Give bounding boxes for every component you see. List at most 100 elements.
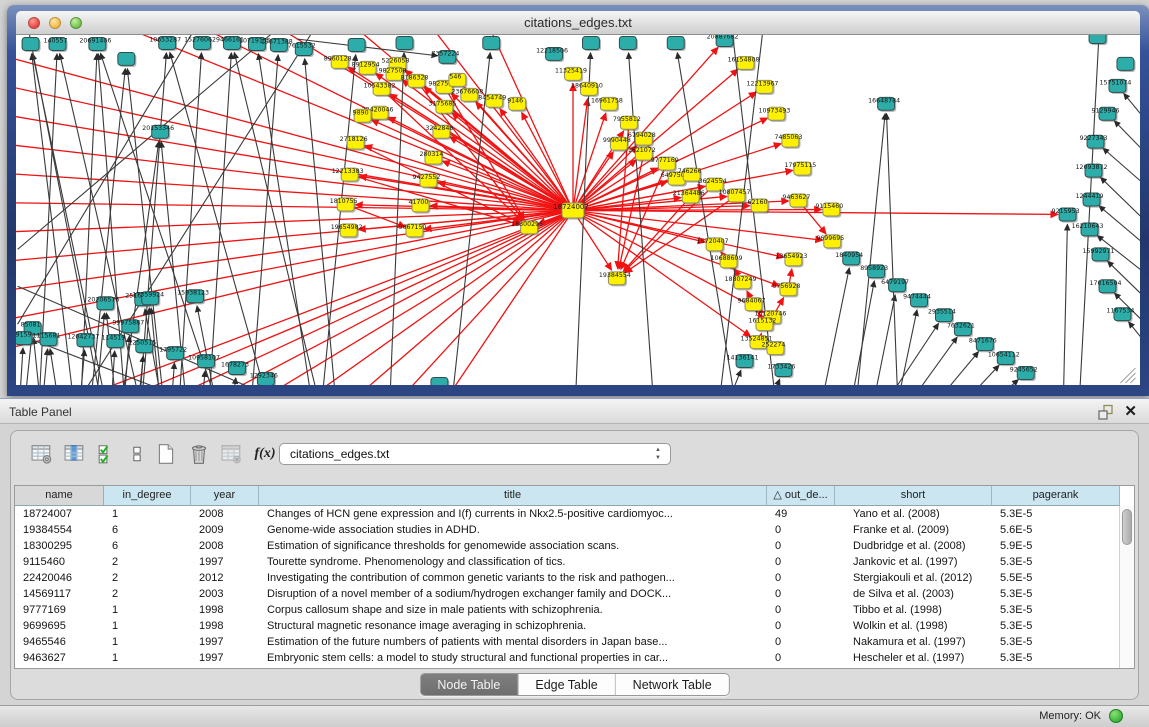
graph-node[interactable]: 16961758 (591, 97, 623, 112)
graph-node[interactable]: 1840954 (835, 252, 863, 267)
graph-node[interactable]: 20691406 (79, 37, 111, 52)
cell-in_degree[interactable]: 6 (104, 522, 191, 538)
citation-edge-red[interactable] (16, 203, 573, 211)
cell-year[interactable]: 1998 (191, 602, 259, 618)
graph-node[interactable]: 140557 (44, 37, 68, 52)
graph-node[interactable]: 10653287 (149, 36, 181, 51)
memory-status-indicator-icon[interactable] (1109, 709, 1123, 723)
citation-edge[interactable] (815, 268, 849, 385)
cell-pagerank[interactable]: 5.3E-5 (992, 650, 1120, 666)
graph-node[interactable]: 9990448 (603, 137, 631, 152)
graph-node[interactable]: 99975887 (112, 320, 144, 335)
citation-edge[interactable] (1078, 35, 1100, 385)
graph-node[interactable]: 1115681 (33, 333, 61, 348)
graph-node[interactable]: 21364486 (673, 190, 705, 205)
citation-edge[interactable] (199, 371, 205, 385)
graph-node[interactable]: 18640910 (571, 82, 603, 97)
graph-node[interactable]: 7632621 (947, 323, 975, 338)
cell-short[interactable]: Wolkin et al. (1998) (835, 618, 992, 634)
delete-table-icon-disabled[interactable] (219, 441, 245, 467)
graph-node[interactable]: 8912954 (352, 61, 380, 76)
graph-node[interactable]: 7955812 (613, 116, 641, 131)
cell-title[interactable]: Structural magnetic resonance image aver… (259, 618, 767, 634)
citation-edge[interactable] (207, 53, 231, 385)
cell-short[interactable]: Stergiakouli et al. (2012) (835, 570, 992, 586)
cell-pagerank[interactable]: 5.5E-5 (992, 570, 1120, 586)
cell-short[interactable]: Franke et al. (2009) (835, 522, 992, 538)
citation-edge[interactable] (234, 53, 326, 385)
graph-node[interactable]: 9474444 (903, 294, 931, 309)
delete-column-icon[interactable] (186, 441, 212, 467)
cell-year[interactable]: 1997 (191, 634, 259, 650)
citation-edge-red[interactable] (573, 47, 718, 210)
cell-name[interactable]: 9463627 (15, 650, 104, 666)
graph-node[interactable]: 12218506 (536, 47, 568, 62)
cell-pagerank[interactable]: 5.3E-5 (992, 554, 1120, 570)
graph-node[interactable] (1117, 57, 1136, 72)
cell-year[interactable]: 2009 (191, 522, 259, 538)
cell-short[interactable]: Hescheler et al. (1997) (835, 650, 992, 666)
cell-name[interactable]: 9115460 (15, 554, 104, 570)
cell-short[interactable]: de Silva et al. (2003) (835, 586, 992, 602)
cell-out_de[interactable]: 49 (767, 506, 835, 522)
graph-node[interactable]: 11325419 (555, 67, 587, 82)
cell-short[interactable]: Yano et al. (2008) (835, 506, 992, 522)
graph-node[interactable]: 20887682 (707, 35, 739, 48)
table-row[interactable]: 946362711997Embryonic stem cells: a mode… (15, 650, 1134, 666)
column-header-name[interactable]: name (15, 486, 104, 506)
cell-in_degree[interactable]: 1 (104, 506, 191, 522)
row-height-icon[interactable] (128, 441, 146, 467)
cell-in_degree[interactable]: 2 (104, 570, 191, 586)
graph-node[interactable]: 9129946 (1092, 107, 1120, 122)
citation-edge[interactable] (935, 365, 999, 385)
cell-title[interactable]: Corpus callosum shape and size in male p… (259, 602, 767, 618)
graph-node[interactable] (22, 37, 41, 52)
graph-node[interactable]: 16648784 (868, 97, 900, 112)
cell-name[interactable]: 22420046 (15, 570, 104, 586)
tab-edge-table[interactable]: Edge Table (517, 674, 614, 695)
cell-in_degree[interactable]: 1 (104, 618, 191, 634)
graph-node[interactable]: 10654112 (988, 352, 1020, 367)
cell-title[interactable]: Genome-wide association studies in ADHD. (259, 522, 767, 538)
graph-node[interactable]: 1244419 (1076, 193, 1104, 208)
citation-edge[interactable] (1115, 293, 1140, 352)
table-selector-dropdown[interactable]: citations_edges.txt ▲▼ (279, 443, 671, 465)
column-header-pagerank[interactable]: pagerank (992, 486, 1120, 506)
cell-out_de[interactable]: 0 (767, 538, 835, 554)
graph-node[interactable]: 7615532 (288, 42, 316, 57)
graph-node[interactable]: 12093872 (1076, 164, 1108, 179)
table-row[interactable]: 977716911998Corpus callosum shape and si… (15, 602, 1134, 618)
graph-node[interactable]: 16154808 (728, 56, 760, 71)
cell-title[interactable]: Investigating the contribution of common… (259, 570, 767, 586)
graph-node[interactable]: 41700 (408, 199, 430, 214)
cell-year[interactable]: 2012 (191, 570, 259, 586)
cell-pagerank[interactable]: 5.6E-5 (992, 522, 1120, 538)
cell-name[interactable]: 18724007 (15, 506, 104, 522)
citation-edge[interactable] (1101, 178, 1140, 240)
table-row[interactable]: 969969511998Structural magnetic resonanc… (15, 618, 1134, 634)
citation-edge[interactable] (50, 349, 63, 385)
citation-edge-red[interactable] (573, 210, 784, 257)
table-row[interactable]: 1456911722003Disruption of a novel membe… (15, 586, 1134, 602)
citation-edge[interactable] (1103, 148, 1140, 210)
table-row[interactable]: 946554611997Estimation of the future num… (15, 634, 1134, 650)
graph-node[interactable]: 2935514 (928, 309, 956, 324)
citation-edge[interactable] (177, 53, 201, 385)
create-column-icon[interactable] (153, 441, 179, 467)
cell-title[interactable]: Estimation of the future numbers of pati… (259, 634, 767, 650)
cell-in_degree[interactable]: 2 (104, 586, 191, 602)
graph-node[interactable]: 20153346 (142, 125, 174, 140)
citation-edge[interactable] (887, 114, 900, 385)
float-panel-icon[interactable] (1097, 404, 1113, 420)
citation-edge[interactable] (18, 348, 23, 385)
cell-year[interactable]: 2008 (191, 506, 259, 522)
scrollbar-thumb[interactable] (1122, 509, 1132, 545)
citation-edge-red[interactable] (573, 99, 588, 211)
cell-out_de[interactable]: 0 (767, 570, 835, 586)
graph-node[interactable]: 8960128 (324, 55, 352, 70)
canvas-resize-grip[interactable] (1120, 368, 1135, 383)
column-header-out_de[interactable]: △ out_de... (767, 486, 835, 506)
cell-out_de[interactable]: 0 (767, 618, 835, 634)
graph-node[interactable] (431, 378, 450, 385)
cell-short[interactable]: Dudbridge et al. (2008) (835, 538, 992, 554)
